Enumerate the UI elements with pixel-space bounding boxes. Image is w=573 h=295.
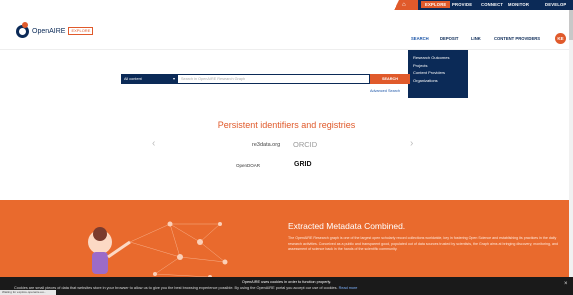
topnav-monitor[interactable]: MONITOR — [508, 2, 529, 7]
logo-name: OpenAIRE — [32, 27, 66, 35]
registries-title: Persistent identifiers and registries — [217, 120, 356, 130]
topnav-develop[interactable]: DEVELOP — [545, 2, 566, 7]
topnav-connect[interactable]: CONNECT — [481, 2, 503, 7]
page-scrollbar[interactable] — [569, 10, 573, 277]
band-title: Extracted Metadata Combined. — [288, 221, 406, 231]
menu-item-projects[interactable]: Projects — [413, 62, 463, 70]
chevron-down-icon: ▾ — [172, 76, 175, 81]
opendoar-logo[interactable]: OpenDOAR — [236, 163, 260, 168]
home-icon[interactable]: ⌂ — [402, 2, 406, 8]
graph-illustration — [88, 221, 228, 279]
logo-badge: EXPLORE — [68, 27, 94, 35]
menu-item-organizations[interactable]: Organizations — [413, 77, 463, 85]
nav-content-providers[interactable]: CONTENT PROVIDERS — [494, 36, 540, 41]
cookie-body: Cookies are small pieces of data that we… — [14, 286, 338, 290]
nav-deposit[interactable]: DEPOSIT — [440, 36, 458, 41]
openaire-logo-icon — [16, 21, 29, 38]
cookie-read-more-link[interactable]: Read more — [339, 286, 358, 290]
topnav-explore[interactable]: EXPLORE — [421, 1, 451, 8]
user-avatar[interactable]: KE — [555, 33, 566, 44]
orcid-logo[interactable]: ORCID — [293, 140, 317, 149]
search-button[interactable]: SEARCH — [370, 74, 410, 84]
search-bar: All content ▾ SEARCH — [121, 74, 410, 84]
grid-logo[interactable]: GRID — [294, 161, 312, 168]
browser-status: Waiting for explore.openaire.eu... — [0, 290, 56, 295]
search-input[interactable] — [178, 74, 370, 84]
openaire-logo[interactable]: OpenAIRE EXPLORE — [16, 21, 94, 38]
site-header: OpenAIRE EXPLORE SEARCH DEPOSIT LINK CON… — [0, 10, 573, 50]
search-dropdown-menu: Research Outcomes Projects Content Provi… — [408, 50, 468, 98]
re3data-logo[interactable]: re3data.org — [252, 142, 280, 148]
top-bar: ⌂ EXPLORE PROVIDE CONNECT MONITOR DEVELO… — [0, 0, 573, 10]
nav-link[interactable]: LINK — [471, 36, 481, 41]
search-scope-select[interactable]: All content ▾ — [121, 74, 178, 84]
scrollbar-thumb[interactable] — [569, 10, 573, 40]
carousel-next-icon[interactable]: › — [410, 138, 413, 149]
carousel-prev-icon[interactable]: ‹ — [152, 138, 155, 149]
band-description: The OpenAIRE Research graph is one of th… — [288, 236, 559, 252]
search-scope-value: All content — [124, 77, 142, 81]
menu-item-research-outcomes[interactable]: Research Outcomes — [413, 54, 463, 62]
close-icon[interactable]: × — [564, 281, 568, 287]
cookie-headline: OpenAIRE uses cookies in order to functi… — [241, 280, 332, 284]
top-bar-accent — [377, 0, 421, 10]
menu-item-content-providers[interactable]: Content Providers — [413, 69, 463, 77]
cookie-text: Cookies are small pieces of data that we… — [14, 286, 357, 290]
advanced-search-link[interactable]: Advanced Search — [370, 89, 400, 93]
cookie-banner: OpenAIRE uses cookies in order to functi… — [0, 277, 573, 295]
nav-search[interactable]: SEARCH — [411, 36, 429, 41]
topnav-provide[interactable]: PROVIDE — [452, 2, 472, 7]
